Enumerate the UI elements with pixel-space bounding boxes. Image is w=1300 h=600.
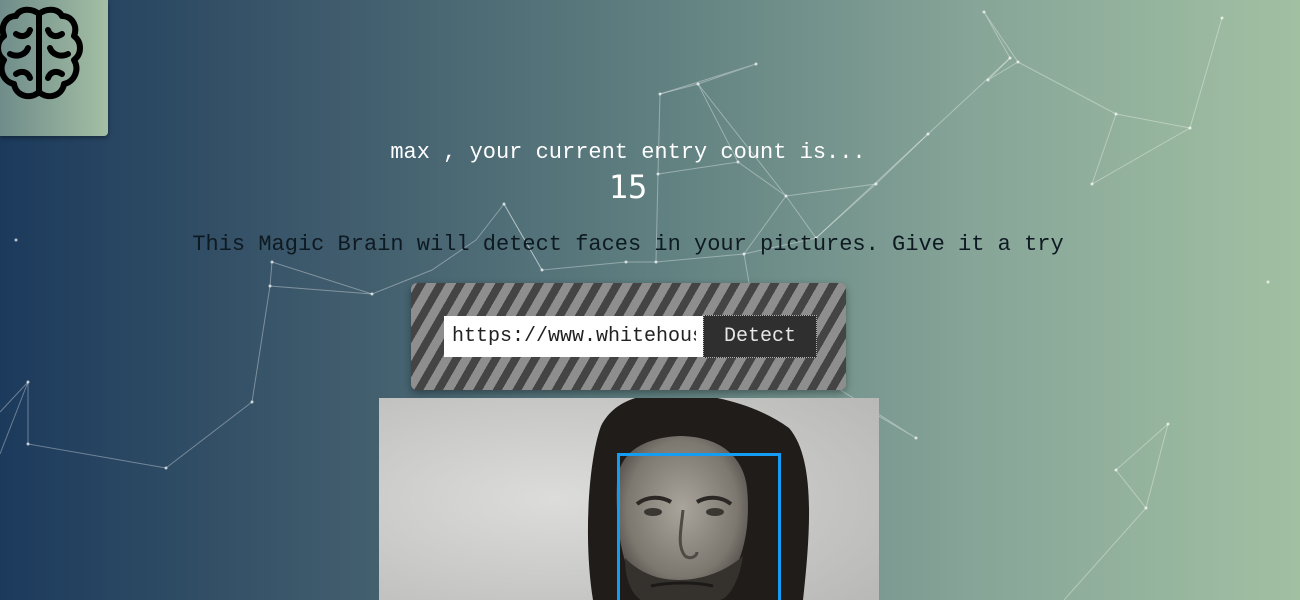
app-description: This Magic Brain will detect faces in yo…	[192, 232, 1064, 257]
face-bounding-box	[617, 453, 781, 600]
logo[interactable]	[0, 0, 108, 136]
entry-count-value: 15	[608, 168, 648, 206]
detect-button[interactable]: Detect	[703, 315, 817, 358]
brain-icon	[0, 6, 83, 100]
entry-count-greeting: max , your current entry count is...	[390, 140, 866, 165]
image-url-input[interactable]	[444, 316, 704, 357]
image-url-form: Detect	[411, 283, 846, 390]
